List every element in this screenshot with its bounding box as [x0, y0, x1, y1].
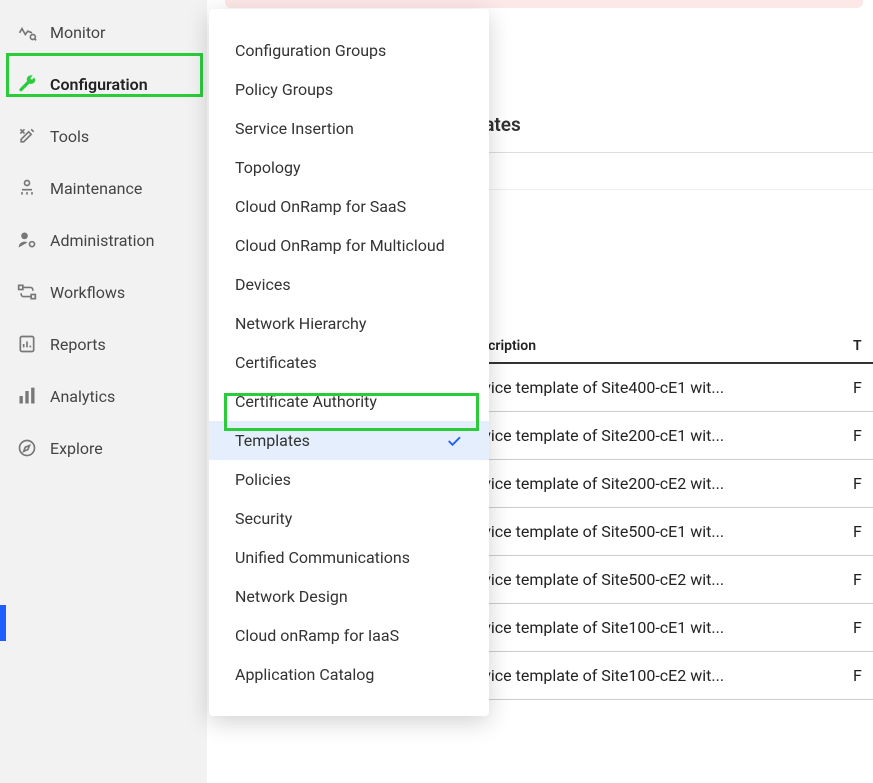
menu-item-label: Network Design: [235, 587, 348, 606]
menu-item-label: Cloud onRamp for IaaS: [235, 626, 399, 645]
sidebar-item-configuration[interactable]: Configuration: [0, 58, 207, 110]
sidebar-item-label: Analytics: [50, 387, 115, 406]
cell-description: Device template of Site100-cE1 wit...: [460, 604, 849, 652]
sidebar-item-label: Workflows: [50, 283, 125, 302]
workflows-icon: [14, 282, 40, 302]
menu-item-policy-groups[interactable]: Policy Groups: [209, 70, 489, 109]
menu-item-label: Devices: [235, 275, 291, 294]
sidebar-item-tools[interactable]: Tools: [0, 110, 207, 162]
menu-item-label: Certificate Authority: [235, 392, 377, 411]
sidebar-item-analytics[interactable]: Analytics: [0, 370, 207, 422]
col-description-header[interactable]: Description: [460, 330, 849, 363]
accent-bar: [0, 605, 6, 641]
sidebar-item-administration[interactable]: Administration: [0, 214, 207, 266]
menu-item-label: Templates: [235, 431, 310, 450]
monitor-icon: [14, 22, 40, 42]
check-icon: [445, 432, 463, 450]
sidebar-item-maintenance[interactable]: Maintenance: [0, 162, 207, 214]
sidebar-item-workflows[interactable]: Workflows: [0, 266, 207, 318]
cell-description: Device template of Site200-cE2 wit...: [460, 460, 849, 508]
menu-item-network-design[interactable]: Network Design: [209, 577, 489, 616]
sidebar-item-label: Tools: [50, 127, 89, 146]
menu-item-unified-communications[interactable]: Unified Communications: [209, 538, 489, 577]
menu-item-service-insertion[interactable]: Service Insertion: [209, 109, 489, 148]
cell-description: Device template of Site500-cE1 wit...: [460, 508, 849, 556]
menu-item-label: Security: [235, 509, 292, 528]
menu-item-security[interactable]: Security: [209, 499, 489, 538]
sidebar-item-label: Reports: [50, 335, 106, 354]
menu-item-network-hierarchy[interactable]: Network Hierarchy: [209, 304, 489, 343]
menu-item-label: Cloud OnRamp for SaaS: [235, 197, 406, 216]
menu-item-templates[interactable]: Templates: [209, 421, 489, 460]
menu-item-label: Policies: [235, 470, 291, 489]
cell-trail: F: [849, 508, 873, 556]
menu-item-cloud-onramp-for-iaas[interactable]: Cloud onRamp for IaaS: [209, 616, 489, 655]
sidebar-item-explore[interactable]: Explore: [0, 422, 207, 474]
menu-item-label: Service Insertion: [235, 119, 354, 138]
explore-icon: [14, 438, 40, 458]
cell-trail: F: [849, 556, 873, 604]
menu-item-cloud-onramp-for-saas[interactable]: Cloud OnRamp for SaaS: [209, 187, 489, 226]
menu-item-cloud-onramp-for-multicloud[interactable]: Cloud OnRamp for Multicloud: [209, 226, 489, 265]
main-area: Configuration Configuration > Feature Te…: [207, 0, 873, 783]
cell-trail: F: [849, 604, 873, 652]
menu-item-label: Application Catalog: [235, 665, 374, 684]
administration-icon: [14, 230, 40, 250]
menu-item-certificate-authority[interactable]: Certificate Authority: [209, 382, 489, 421]
menu-item-label: Network Hierarchy: [235, 314, 366, 333]
menu-item-configuration-groups[interactable]: Configuration Groups: [209, 31, 489, 70]
tools-icon: [14, 126, 40, 146]
menu-item-label: Certificates: [235, 353, 317, 372]
sidebar-item-reports[interactable]: Reports: [0, 318, 207, 370]
sidebar: Monitor Configuration Tools Maintenance …: [0, 0, 207, 783]
cell-description: Device template of Site500-cE2 wit...: [460, 556, 849, 604]
menu-item-label: Topology: [235, 158, 301, 177]
cell-trail: F: [849, 460, 873, 508]
sidebar-item-label: Monitor: [50, 23, 105, 42]
cell-trail: F: [849, 652, 873, 700]
reports-icon: [14, 334, 40, 354]
col-trailer-header[interactable]: T: [849, 330, 873, 363]
cell-description: Device template of Site400-cE1 wit...: [460, 363, 849, 412]
analytics-icon: [14, 386, 40, 406]
sidebar-item-label: Explore: [50, 439, 103, 458]
menu-item-application-catalog[interactable]: Application Catalog: [209, 655, 489, 694]
sidebar-item-monitor[interactable]: Monitor: [0, 6, 207, 58]
menu-item-topology[interactable]: Topology: [209, 148, 489, 187]
sidebar-item-label: Maintenance: [50, 179, 142, 198]
menu-item-certificates[interactable]: Certificates: [209, 343, 489, 382]
menu-item-label: Policy Groups: [235, 80, 333, 99]
menu-item-devices[interactable]: Devices: [209, 265, 489, 304]
configuration-dropdown: Configuration Groups Policy Groups Service…: [209, 9, 489, 716]
alert-band: [225, 0, 863, 8]
menu-item-label: Unified Communications: [235, 548, 410, 567]
cell-trail: F: [849, 363, 873, 412]
sidebar-item-label: Administration: [50, 231, 155, 250]
cell-description: Device template of Site100-cE2 wit...: [460, 652, 849, 700]
maintenance-icon: [14, 178, 40, 198]
cell-trail: F: [849, 412, 873, 460]
cell-description: Device template of Site200-cE1 wit...: [460, 412, 849, 460]
menu-item-label: Cloud OnRamp for Multicloud: [235, 236, 445, 255]
menu-item-policies[interactable]: Policies: [209, 460, 489, 499]
menu-item-label: Configuration Groups: [235, 41, 386, 60]
sidebar-item-label: Configuration: [50, 75, 148, 94]
wrench-icon: [14, 74, 40, 94]
